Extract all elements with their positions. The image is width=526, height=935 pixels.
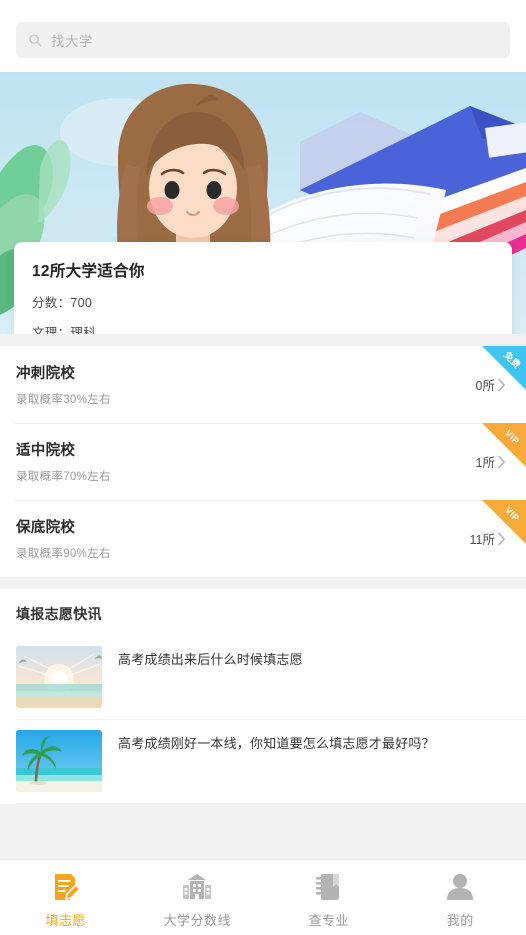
school-list: 冲刺院校 录取概率30%左右 0所 免费 适中院校 录取概率70%左右 1所 V… [0,346,526,577]
hero-banner: 高考 志愿 12所大学适合你 分数：700 文理：理科 省份：湖北 冲刺0所 [0,72,526,334]
summary-score: 分数：700 [32,296,93,310]
school-list-row-chongci[interactable]: 冲刺院校 录取概率30%左右 0所 免费 [0,346,526,423]
tab-chazhuanye[interactable]: 查专业 [263,867,395,929]
row-title: 保底院校 [16,520,76,536]
news-item-title: 高考成绩刚好一本线，你知道要怎么填志愿才最好吗？ [118,736,435,751]
row-count-group: 1所 [476,452,510,471]
news-item-title: 高考成绩出来后什么时候填志愿 [118,652,303,667]
news-item[interactable]: 高考成绩出来后什么时候填志愿 [0,636,526,720]
tab-label: 查专业 [308,912,349,928]
tab-label: 大学分数线 [163,912,231,928]
school-building-icon [183,873,212,899]
row-count-group: 0所 [476,375,510,394]
tab-label: 填志愿 [45,912,86,928]
chevron-right-icon [498,455,505,468]
tab-tianzhiyuan[interactable]: 填志愿 [0,867,132,929]
news-section: 填报志愿快讯 高考成绩出来后什么时候填志愿 高考成绩刚好一本线，你知道要怎么填志… [0,589,526,804]
row-count: 11所 [469,533,495,547]
row-count-group: 11所 [470,529,510,548]
scroll-content[interactable]: 高考 志愿 12所大学适合你 分数：700 文理：理科 省份：湖北 冲刺0所 [0,72,526,859]
section-gap [0,334,526,346]
search-input[interactable]: 找大学 [16,22,510,58]
summary-subject: 文理：理科 [32,326,97,334]
news-section-heading: 填报志愿快讯 [16,606,102,622]
form-pencil-icon [54,873,81,900]
chevron-right-icon [498,532,505,545]
row-count: 0所 [475,379,495,393]
search-bar-container: 找大学 [0,0,526,72]
row-title: 适中院校 [16,443,76,459]
user-icon [447,873,474,900]
app-screen: 找大学 12所大学适合你 分数：700 文理：理科 冲刺院校 录取概率30%左右… [0,0,526,935]
search-icon [29,34,42,47]
news-item[interactable]: 高考成绩刚好一本线，你知道要怎么填志愿才最好吗？ [0,720,526,804]
notebook-icon [315,873,339,900]
chevron-right-icon [498,378,505,391]
row-text-group: 冲刺院校 录取概率30%左右 [16,362,476,407]
summary-card-title: 12所大学适合你 [32,263,145,280]
row-title: 冲刺院校 [16,366,76,382]
summary-card[interactable]: 12所大学适合你 分数：700 文理：理科 省份：湖北 冲刺0所 适中1所 [14,242,512,334]
row-text-group: 保底院校 录取概率90%左右 [16,516,470,561]
search-placeholder: 找大学 [51,34,93,49]
row-subtitle: 录取概率70%左右 [16,471,111,483]
row-count: 1所 [475,456,495,470]
tab-label: 我的 [446,912,474,928]
row-subtitle: 录取概率90%左右 [16,548,111,560]
row-text-group: 适中院校 录取概率70%左右 [16,439,476,484]
school-list-row-baodi[interactable]: 保底院校 录取概率90%左右 11所 VIP [0,500,526,577]
news-thumbnail-palm-beach [16,730,102,792]
tab-wode[interactable]: 我的 [395,867,526,929]
school-list-row-shizhong[interactable]: 适中院校 录取概率70%左右 1所 VIP [0,423,526,500]
row-subtitle: 录取概率30%左右 [16,394,111,406]
bottom-tab-bar: 填志愿 大学分数线 查专业 我的 [0,859,526,935]
tab-daxuefenshuxian[interactable]: 大学分数线 [132,867,264,929]
news-thumbnail-sunset-beach [16,646,102,708]
